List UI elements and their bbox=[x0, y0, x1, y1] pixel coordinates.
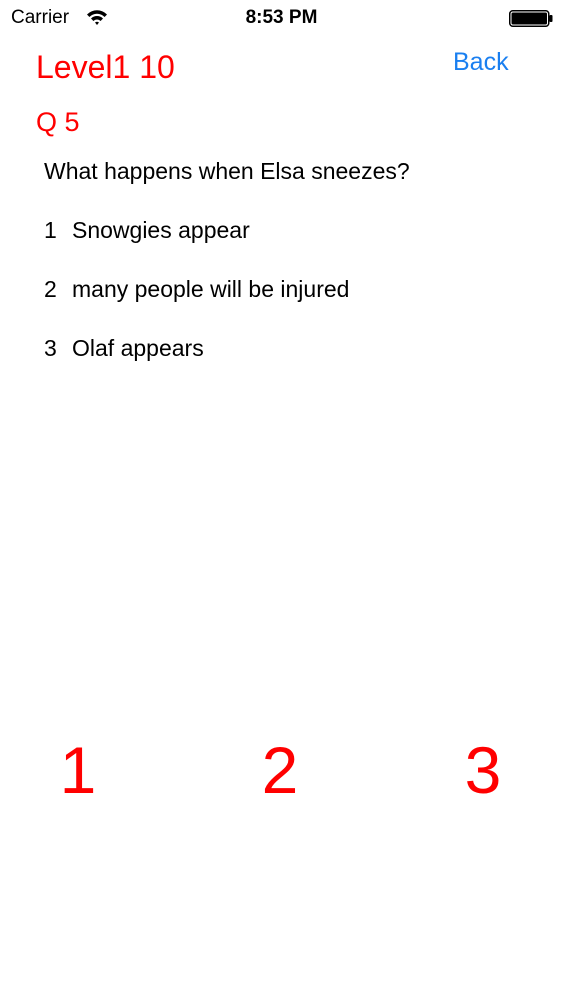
answer-button-3[interactable]: 3 bbox=[438, 730, 528, 810]
option-text: many people will be injured bbox=[72, 276, 350, 302]
option-text: Snowgies appear bbox=[72, 217, 250, 243]
option-item-3: 3 Olaf appears bbox=[44, 334, 204, 362]
question-text: What happens when Elsa sneezes? bbox=[44, 158, 410, 184]
option-item-2: 2 many people will be injured bbox=[44, 275, 349, 303]
option-item-1: 1 Snowgies appear bbox=[44, 216, 250, 244]
battery-full-icon bbox=[509, 10, 553, 27]
option-number: 2 bbox=[44, 276, 57, 302]
question-number: Q 5 bbox=[36, 107, 80, 137]
status-time: 8:53 PM bbox=[245, 7, 318, 28]
back-button[interactable]: Back bbox=[453, 47, 509, 77]
status-bar: Carrier 8:53 PM bbox=[0, 0, 563, 36]
answer-button-2[interactable]: 2 bbox=[235, 730, 325, 810]
option-text: Olaf appears bbox=[72, 335, 204, 361]
option-number: 3 bbox=[44, 335, 57, 361]
answer-button-1[interactable]: 1 bbox=[33, 730, 123, 810]
level-title: Level1 10 bbox=[36, 49, 175, 85]
option-number: 1 bbox=[44, 217, 57, 243]
